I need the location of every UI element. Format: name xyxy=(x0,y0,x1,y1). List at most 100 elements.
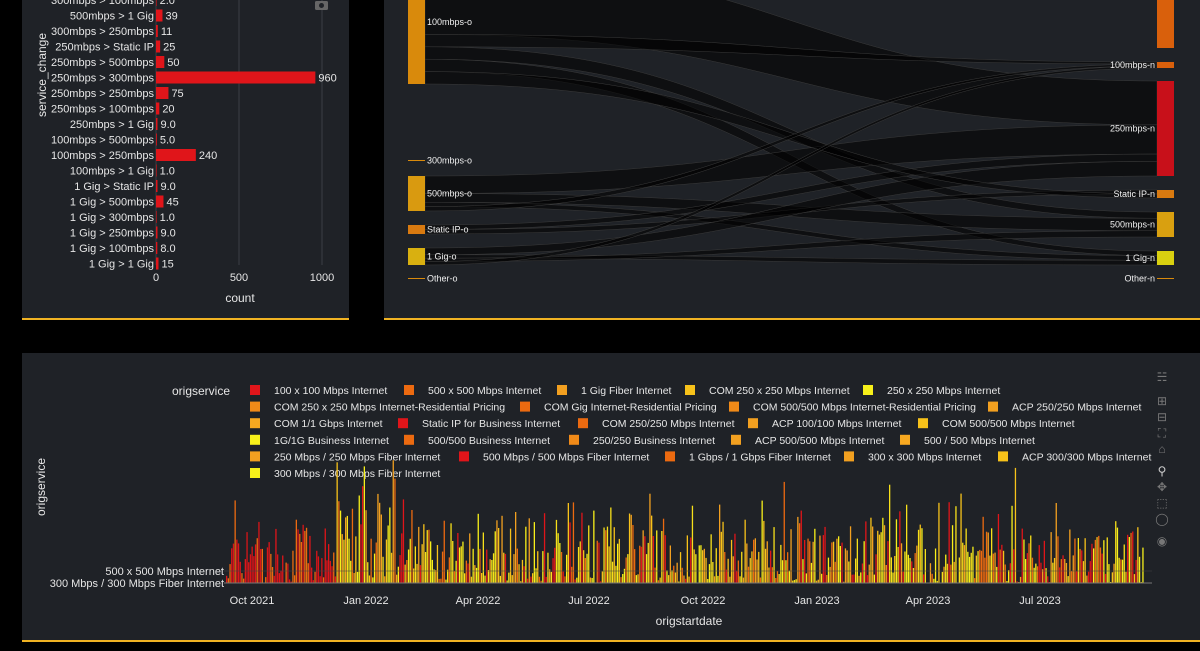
bar[interactable] xyxy=(156,133,157,146)
legend-item-label[interactable]: COM 250 x 250 Mbps Internet-Residential … xyxy=(274,402,505,414)
scatter-point-column xyxy=(258,521,260,583)
legend-item-label[interactable]: 500/500 Business Internet xyxy=(428,435,550,447)
scatter-point-column xyxy=(503,552,505,583)
sankey-node-right[interactable] xyxy=(1157,0,1174,48)
lasso-select-icon[interactable]: ◯ xyxy=(1153,511,1171,527)
legend-item-label[interactable]: 1 Gbps / 1 Gbps Fiber Internet xyxy=(689,451,831,463)
zoom-in-icon[interactable]: ⊞ xyxy=(1153,393,1171,409)
legend-swatch[interactable] xyxy=(250,434,260,445)
bar[interactable] xyxy=(156,56,165,68)
bar[interactable] xyxy=(156,149,196,161)
legend-item-label[interactable]: COM 500/500 Mbps Internet xyxy=(942,418,1075,430)
sankey-node-right[interactable] xyxy=(1157,81,1174,176)
camera-icon[interactable] xyxy=(315,1,328,10)
pan-icon[interactable]: ✥ xyxy=(1153,479,1171,495)
bar[interactable] xyxy=(156,25,158,37)
scatter-point-column xyxy=(475,567,478,583)
legend-item-label[interactable]: ACP 100/100 Mbps Internet xyxy=(772,418,901,430)
sankey-node-left[interactable] xyxy=(408,278,425,279)
sankey-node-right[interactable] xyxy=(1157,251,1174,265)
home-icon[interactable]: ⌂ xyxy=(1153,441,1171,457)
legend-item-label[interactable]: ACP 250/250 Mbps Internet xyxy=(1012,402,1141,414)
legend-item-label[interactable]: 300 x 300 Mbps Internet xyxy=(868,451,981,463)
legend-swatch[interactable] xyxy=(918,418,928,429)
legend-swatch[interactable] xyxy=(250,418,260,429)
legend-swatch[interactable] xyxy=(250,468,260,478)
legend-item-label[interactable]: 500 Mbps / 500 Mbps Fiber Internet xyxy=(483,451,649,463)
box-select-icon[interactable]: ⬚ xyxy=(1153,495,1171,511)
sankey-node-left[interactable] xyxy=(408,225,425,234)
sankey-node-right[interactable] xyxy=(1157,190,1174,198)
bar[interactable] xyxy=(156,71,316,84)
zoom-icon[interactable]: ⚲ xyxy=(1153,463,1171,479)
bar[interactable] xyxy=(156,118,158,130)
sankey-node-left[interactable] xyxy=(408,0,425,84)
legend-swatch[interactable] xyxy=(685,385,695,395)
sankey-node-left[interactable] xyxy=(408,160,425,161)
legend-toggle-icon[interactable]: ☵ xyxy=(1153,369,1171,385)
bar[interactable] xyxy=(156,257,159,270)
bar[interactable] xyxy=(156,40,161,53)
legend-item-label[interactable]: COM Gig Internet-Residential Pricing xyxy=(544,402,717,414)
legend-swatch[interactable] xyxy=(404,434,414,445)
legend-swatch[interactable] xyxy=(729,401,739,412)
legend-swatch[interactable] xyxy=(863,385,873,395)
bar[interactable] xyxy=(156,87,169,99)
bar[interactable] xyxy=(156,180,158,192)
legend-item-label[interactable]: 300 Mbps / 300 Mbps Fiber Internet xyxy=(274,468,440,480)
bar[interactable] xyxy=(156,195,164,208)
legend-swatch[interactable] xyxy=(557,385,567,395)
legend-item-label[interactable]: COM 500/500 Mbps Internet-Residential Pr… xyxy=(753,402,976,414)
scatter-point-column xyxy=(724,552,726,583)
legend-swatch[interactable] xyxy=(900,434,910,445)
legend-item-label[interactable]: ACP 300/300 Mbps Internet xyxy=(1022,451,1151,463)
legend-swatch[interactable] xyxy=(520,401,530,412)
legend-item-label[interactable]: 500 / 500 Mbps Internet xyxy=(924,435,1035,447)
legend-item-label[interactable]: 250 x 250 Mbps Internet xyxy=(887,385,1000,397)
legend-item-label[interactable]: Static IP for Business Internet xyxy=(422,418,560,430)
bar[interactable] xyxy=(156,102,160,115)
legend-item-label[interactable]: 250 Mbps / 250 Mbps Fiber Internet xyxy=(274,451,440,463)
autoscale-icon[interactable]: ⛶ xyxy=(1153,425,1171,441)
legend-item-label[interactable]: 100 x 100 Mbps Internet xyxy=(274,385,387,397)
legend-swatch[interactable] xyxy=(459,451,469,462)
legend-swatch[interactable] xyxy=(404,385,414,395)
sankey-node-left[interactable] xyxy=(408,248,425,265)
legend-swatch[interactable] xyxy=(250,401,260,412)
sankey-node-left[interactable] xyxy=(408,176,425,211)
legend-swatch[interactable] xyxy=(398,418,408,429)
legend-swatch[interactable] xyxy=(988,401,998,412)
bar[interactable] xyxy=(156,242,158,254)
scatter-point-column xyxy=(261,548,263,583)
legend-item-label[interactable]: 250/250 Business Internet xyxy=(593,435,715,447)
legend-swatch[interactable] xyxy=(748,418,758,429)
legend-item-label[interactable]: 1 Gig Fiber Internet xyxy=(581,385,672,397)
bar[interactable] xyxy=(156,9,163,22)
bar[interactable] xyxy=(156,226,158,239)
bar[interactable] xyxy=(156,164,157,177)
legend-swatch[interactable] xyxy=(569,434,579,445)
sankey-node-right[interactable] xyxy=(1157,212,1174,237)
bar-value-label: 15 xyxy=(161,259,173,271)
legend-swatch[interactable] xyxy=(250,385,260,395)
camera-icon[interactable]: ◉ xyxy=(1153,533,1171,549)
zoom-out-icon[interactable]: ⊟ xyxy=(1153,409,1171,425)
scatter-point-column xyxy=(788,570,790,583)
legend-item-label[interactable]: 1G/1G Business Internet xyxy=(274,435,389,447)
legend-swatch[interactable] xyxy=(250,451,260,462)
sankey-node-right[interactable] xyxy=(1157,62,1174,68)
sankey-node-right[interactable] xyxy=(1157,278,1174,279)
legend-swatch[interactable] xyxy=(731,434,741,445)
legend-item-label[interactable]: COM 1/1 Gbps Internet xyxy=(274,418,383,430)
legend-swatch[interactable] xyxy=(665,451,675,462)
legend-item-label[interactable]: ACP 500/500 Mbps Internet xyxy=(755,435,884,447)
legend-item-label[interactable]: 500 x 500 Mbps Internet xyxy=(428,385,541,397)
bar[interactable] xyxy=(156,211,157,223)
scatter-point-column xyxy=(809,541,811,583)
legend-swatch[interactable] xyxy=(578,418,588,429)
legend-item-label[interactable]: COM 250 x 250 Mbps Internet xyxy=(709,385,850,397)
bar[interactable] xyxy=(156,0,157,6)
legend-swatch[interactable] xyxy=(844,451,854,462)
legend-item-label[interactable]: COM 250/250 Mbps Internet xyxy=(602,418,735,430)
legend-swatch[interactable] xyxy=(998,451,1008,462)
